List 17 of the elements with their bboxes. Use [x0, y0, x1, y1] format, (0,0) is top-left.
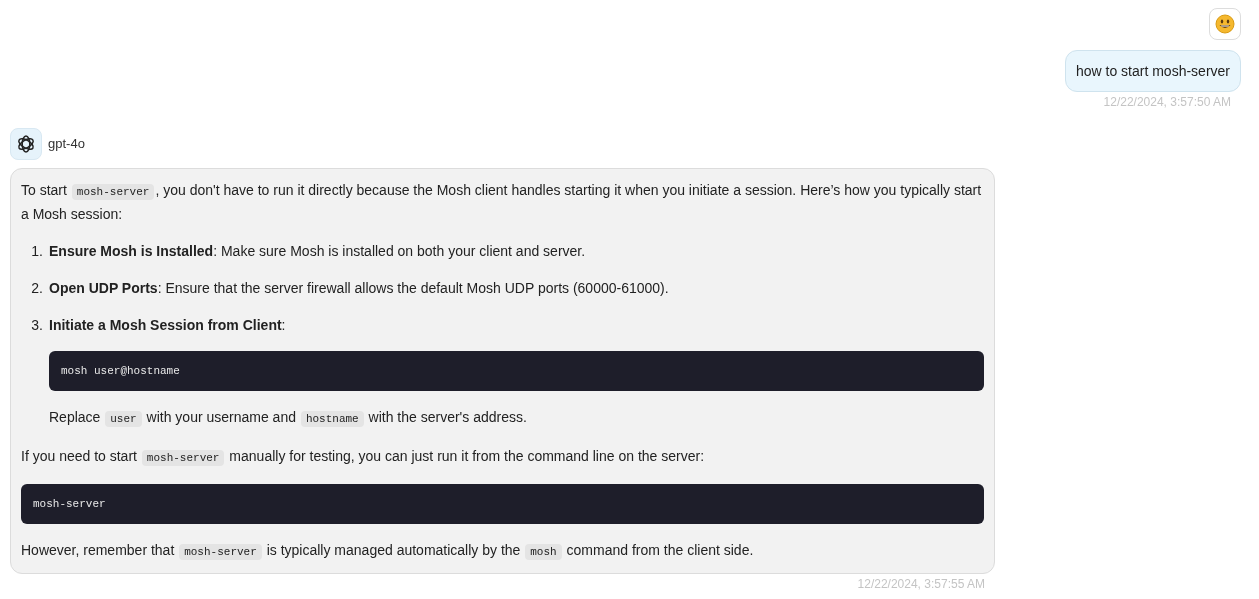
paragraph: However, remember that mosh-server is typically managed automatically by the mosh command from the client side. — [21, 541, 755, 562]
paragraph: Replace user with your username and hostname with the server's address. — [49, 408, 528, 429]
list-item-text: Initiate a Mosh Session from Client: — [49, 316, 287, 335]
code-block: mosh user@hostname — [49, 351, 984, 391]
smiley-icon — [1215, 14, 1235, 34]
paragraph: To start mosh-server , you don't have to run it directly because the Mosh client handles starting it when you initiate a session. Here’s how you typically start a Mosh session: — [21, 181, 983, 224]
list-item-text: Open UDP Ports: Ensure that the server firewall allows the default Mosh UDP ports (60000-61000). — [49, 279, 670, 298]
timestamp: 12/22/2024, 3:57:55 AM — [857, 576, 985, 593]
paragraph: If you need to start mosh-server manually for testing, you can just run it from the command line on the server: — [21, 447, 706, 468]
list-number: 3. — [30, 316, 44, 335]
list-number: 1. — [30, 242, 44, 261]
list-number: 2. — [30, 279, 44, 298]
timestamp: 12/22/2024, 3:57:50 AM — [1103, 94, 1231, 111]
user-message: how to start mosh-server — [1064, 50, 1241, 92]
list-item-text: Ensure Mosh is Installed: Make sure Mosh is installed on both your client and server. — [49, 242, 587, 261]
model-name: gpt-4o — [48, 135, 85, 154]
code-block: mosh-server — [21, 484, 984, 524]
